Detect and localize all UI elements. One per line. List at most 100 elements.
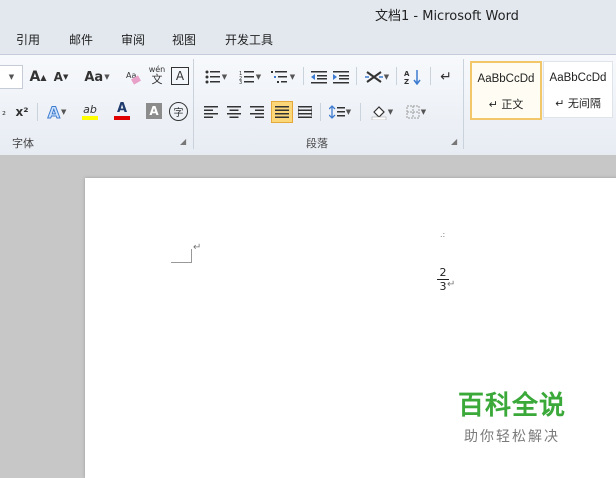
font-color-swatch (114, 116, 130, 120)
font-color-icon: A (116, 101, 128, 116)
svg-text:Z: Z (404, 78, 409, 85)
font-color-button[interactable]: A (110, 100, 134, 122)
watermark-title: 百科全说 (458, 391, 567, 421)
increase-indent-icon (333, 71, 349, 84)
svg-text:3: 3 (239, 80, 242, 84)
borders-button[interactable]: ▼ (402, 102, 430, 122)
chevron-down-icon: ▼ (255, 73, 262, 81)
character-shading-icon: A (149, 104, 159, 118)
align-center-button[interactable] (225, 102, 243, 122)
clear-formatting-button[interactable]: Aa (124, 67, 142, 87)
chevron-down-icon: ▼ (221, 73, 228, 81)
separator (396, 67, 397, 85)
highlight-button[interactable]: ab (75, 100, 105, 122)
distributed-button[interactable] (296, 102, 314, 122)
margin-corner-mark (171, 262, 191, 263)
distributed-icon (298, 106, 312, 118)
separator (303, 67, 304, 85)
separator (430, 67, 431, 85)
numbered-list-icon: 123 (239, 71, 254, 84)
line-spacing-button[interactable]: ▼ (327, 102, 353, 122)
svg-text:A: A (404, 70, 410, 78)
margin-corner-mark (191, 249, 192, 263)
chevron-down-icon: ▼ (420, 108, 427, 116)
multilevel-list-icon (270, 71, 287, 83)
title-bar: 文档1 - Microsoft Word (0, 0, 616, 26)
chevron-down-icon: ▼ (345, 108, 352, 116)
numbering-button[interactable]: 1 2 3 ▼ (236, 67, 264, 87)
clear-format-icon: Aa (126, 71, 141, 85)
separator (360, 103, 361, 121)
line-spacing-icon (328, 105, 345, 119)
paragraph-mark: ↵ (447, 279, 456, 290)
chevron-down-icon: ▼ (104, 73, 110, 81)
chevron-down-icon: ▼ (387, 108, 394, 116)
separator (37, 103, 38, 121)
style-no-spacing[interactable]: AaBbCcDd ↵ 无间隔 (543, 61, 613, 118)
align-left-button[interactable] (202, 102, 220, 122)
multilevel-list-button[interactable]: ▼ (268, 67, 298, 87)
align-left-icon (204, 106, 218, 118)
watermark-subtitle: 助你轻松解决 (464, 429, 560, 445)
decrease-indent-icon (311, 71, 327, 84)
increase-indent-button[interactable] (332, 67, 350, 87)
grow-font-button[interactable]: A ▲ (28, 67, 48, 87)
justify-button[interactable] (271, 101, 293, 123)
ribbon: ▼ A ▲ A ▼ Aa ▼ Aa wén 文 A ₂ x² A ▼ ab A A 字 字… (0, 54, 616, 156)
tab-mailings[interactable]: 邮件 (69, 31, 93, 48)
character-border-icon: A (175, 69, 185, 83)
superscript-button[interactable]: x² (13, 102, 31, 122)
shrink-font-button[interactable]: A ▼ (52, 67, 70, 87)
shrink-font-icon: A (53, 70, 63, 84)
change-case-icon: Aa (84, 69, 104, 85)
font-size-combo[interactable]: ▼ (0, 65, 23, 89)
highlight-color-swatch (82, 115, 98, 120)
character-border-button[interactable]: A (171, 67, 189, 85)
character-shading-button[interactable]: A (146, 103, 162, 119)
sort-icon: AZ (404, 70, 421, 85)
text-effects-icon: A (47, 102, 60, 122)
pilcrow-icon: ↵ (440, 69, 452, 85)
bullets-button[interactable]: ▼ (202, 67, 230, 87)
chevron-down-icon: ▼ (383, 73, 390, 81)
chinese-layout-icon (364, 71, 383, 83)
subscript-button[interactable]: ₂ (0, 102, 8, 122)
align-center-icon (227, 106, 241, 118)
justify-icon (275, 106, 289, 118)
style-normal[interactable]: AaBbCcDd ↵ 正文 (470, 61, 542, 120)
phonetic-guide-button[interactable]: wén 文 (146, 65, 168, 87)
separator (320, 103, 321, 121)
tab-references[interactable]: 引用 (16, 31, 40, 48)
chinese-layout-button[interactable]: ▼ (363, 67, 391, 87)
borders-icon (406, 105, 420, 119)
text-effects-button[interactable]: A ▼ (44, 102, 70, 122)
style-name: ↵ 正文 (488, 98, 524, 111)
chevron-down-icon: ▼ (61, 108, 67, 116)
align-right-button[interactable] (248, 102, 266, 122)
shading-button[interactable]: ▼ (368, 102, 396, 122)
group-separator (193, 59, 194, 149)
align-right-icon (250, 106, 264, 118)
enclose-characters-icon: 字 (173, 108, 184, 119)
font-dialog-launcher-icon[interactable]: ◢ (180, 137, 186, 146)
tab-developer[interactable]: 开发工具 (225, 31, 273, 48)
sort-button[interactable]: AZ (403, 67, 423, 87)
font-group-label: 字体 (12, 137, 34, 150)
show-paragraph-marks-button[interactable]: ↵ (437, 67, 455, 87)
tab-view[interactable]: 视图 (172, 31, 196, 48)
separator (356, 67, 357, 85)
bullet-list-icon (205, 70, 220, 84)
paragraph-group-label: 段落 (306, 137, 328, 150)
group-separator (463, 59, 464, 149)
fraction-numerator: 2 (439, 266, 447, 279)
ribbon-tabs: 引用 邮件 审阅 视图 开发工具 (0, 26, 616, 54)
decrease-indent-button[interactable] (310, 67, 328, 87)
enclose-characters-button[interactable]: 字 (169, 102, 188, 121)
tab-review[interactable]: 审阅 (121, 31, 145, 48)
highlighter-icon: ab (83, 102, 97, 116)
superscript-icon: x² (15, 105, 29, 119)
paint-bucket-icon (371, 106, 387, 120)
grow-font-icon: A (29, 69, 41, 85)
change-case-button[interactable]: Aa ▼ (82, 67, 112, 87)
paragraph-dialog-launcher-icon[interactable]: ◢ (451, 137, 457, 146)
